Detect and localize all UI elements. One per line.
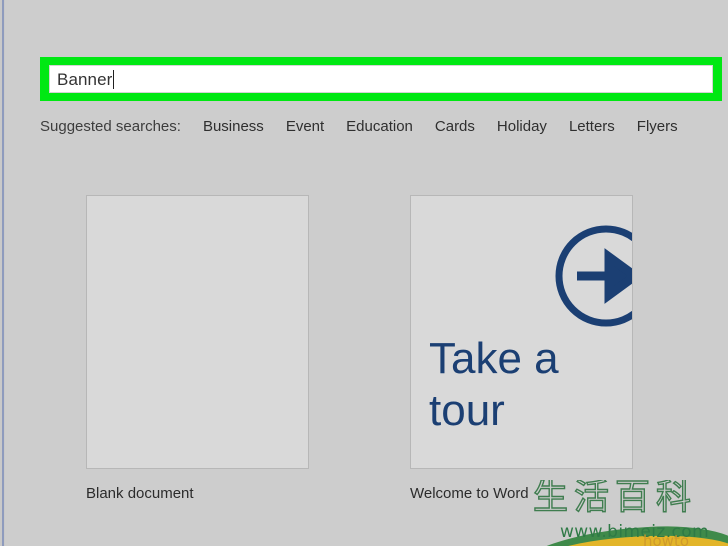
suggested-search-education[interactable]: Education xyxy=(346,118,413,135)
suggested-search-letters[interactable]: Letters xyxy=(569,118,615,135)
circled-arrow-right-icon xyxy=(551,221,632,336)
template-card-welcome-to-word[interactable]: Take a tour Welcome to Word xyxy=(410,195,635,502)
take-a-tour-line-2: tour xyxy=(429,385,505,435)
watermark-suffix: howto xyxy=(643,532,690,546)
take-a-tour-line-1: Take a xyxy=(429,334,559,383)
suggested-search-business[interactable]: Business xyxy=(203,118,264,135)
suggested-search-holiday[interactable]: Holiday xyxy=(497,118,547,135)
template-gallery: Blank document Take a tour Welcome to Wo… xyxy=(86,195,706,515)
suggested-searches: Suggested searches: Business Event Educa… xyxy=(40,114,728,138)
watermark-swoosh-yellow xyxy=(525,531,728,546)
search-input[interactable]: Banner xyxy=(50,71,112,88)
template-thumbnail-welcome[interactable]: Take a tour xyxy=(410,195,633,469)
window-left-edge xyxy=(0,0,5,546)
take-a-tour-title: Take a tour xyxy=(429,333,559,437)
template-label-welcome: Welcome to Word xyxy=(410,485,529,502)
search-highlight-annotation: Banner xyxy=(40,57,722,101)
template-card-blank-document[interactable]: Blank document xyxy=(86,195,311,502)
watermark-swoosh-green xyxy=(525,522,728,546)
watermark-url: www.bimeiz.com xyxy=(560,522,710,542)
template-label-blank: Blank document xyxy=(86,485,194,502)
text-cursor xyxy=(113,69,115,89)
suggested-search-flyers[interactable]: Flyers xyxy=(637,118,678,135)
suggested-search-cards[interactable]: Cards xyxy=(435,118,475,135)
suggested-search-event[interactable]: Event xyxy=(286,118,324,135)
take-a-tour-artwork: Take a tour xyxy=(411,196,632,468)
suggested-searches-label: Suggested searches: xyxy=(40,117,181,135)
template-search-box[interactable]: Banner xyxy=(49,65,713,93)
template-thumbnail-blank[interactable] xyxy=(86,195,309,469)
